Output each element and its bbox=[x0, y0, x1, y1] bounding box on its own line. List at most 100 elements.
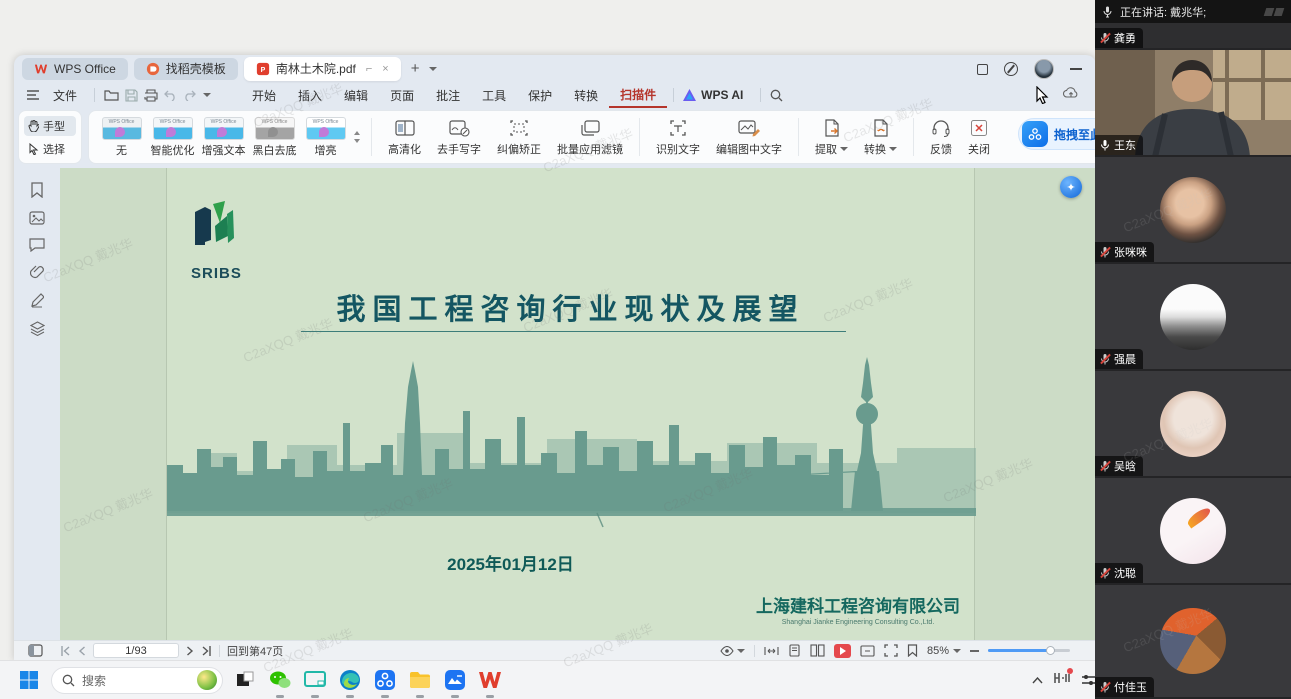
read-mode-dropdown-icon[interactable] bbox=[737, 649, 745, 653]
menu-annotate[interactable]: 批注 bbox=[425, 84, 471, 107]
restore-window-button[interactable] bbox=[977, 64, 988, 75]
feedback-button[interactable]: 反馈 bbox=[923, 118, 959, 157]
fit-width-icon[interactable] bbox=[764, 645, 779, 657]
undo-icon[interactable] bbox=[164, 90, 177, 101]
wechat-app[interactable] bbox=[267, 667, 293, 693]
hd-enhance-button[interactable]: 高清化 bbox=[381, 118, 428, 157]
settings-sliders-icon[interactable] bbox=[1081, 674, 1096, 686]
menu-tools[interactable]: 工具 bbox=[471, 84, 517, 107]
tab-document-pdf[interactable]: P 南林土木院.pdf ⌐ × bbox=[244, 57, 401, 81]
print-icon[interactable] bbox=[144, 89, 158, 102]
redo-icon[interactable] bbox=[183, 90, 196, 101]
attachment-icon[interactable] bbox=[30, 265, 44, 280]
tab-docer-templates[interactable]: 找稻壳模板 bbox=[134, 58, 238, 80]
filter-bw-clean[interactable]: WPS Office 黑白去底 bbox=[250, 117, 299, 158]
first-page-icon[interactable] bbox=[60, 646, 71, 656]
menu-start[interactable]: 开始 bbox=[241, 84, 287, 107]
batch-filter-button[interactable]: 批量应用滤镜 bbox=[550, 118, 630, 157]
participant-tile[interactable]: 吴晗 bbox=[1095, 371, 1291, 478]
history-dropdown-icon[interactable] bbox=[203, 93, 211, 97]
remove-handwriting-button[interactable]: 去手写字 bbox=[430, 118, 488, 157]
search-highlight-image[interactable] bbox=[197, 670, 217, 690]
select-tool-button[interactable]: 选择 bbox=[24, 139, 76, 159]
gallery-scroll-arrows[interactable] bbox=[354, 131, 360, 143]
slideshow-play-button[interactable] bbox=[834, 644, 851, 658]
participant-tile[interactable]: 龚勇 bbox=[1095, 23, 1291, 50]
tab-pin-icon[interactable]: ⌐ bbox=[366, 63, 372, 75]
open-folder-icon[interactable] bbox=[104, 89, 119, 101]
taskbar-search[interactable]: 搜索 bbox=[51, 667, 223, 694]
annotate-pen-icon[interactable] bbox=[30, 293, 44, 308]
hand-tool-button[interactable]: 手型 bbox=[24, 116, 76, 136]
screen-share-app[interactable] bbox=[302, 667, 328, 693]
account-avatar[interactable] bbox=[1034, 59, 1054, 79]
tab-close-icon[interactable]: × bbox=[382, 63, 388, 75]
extract-button[interactable]: 提取 bbox=[808, 118, 855, 157]
convert-dropdown-icon[interactable] bbox=[889, 147, 897, 151]
file-explorer[interactable] bbox=[407, 667, 433, 693]
minimize-button[interactable] bbox=[1070, 68, 1082, 70]
tab-list-dropdown-icon[interactable] bbox=[429, 67, 437, 71]
deskew-button[interactable]: 纠偏矫正 bbox=[490, 118, 548, 157]
next-page-icon[interactable] bbox=[186, 646, 194, 656]
menu-wps-ai[interactable]: WPS AI bbox=[699, 85, 754, 105]
zoom-slider[interactable] bbox=[988, 649, 1070, 652]
convert-button[interactable]: 转换 bbox=[857, 118, 904, 157]
search-icon[interactable] bbox=[770, 89, 783, 102]
filter-brighten[interactable]: WPS Office 增亮 bbox=[301, 117, 350, 158]
menu-page[interactable]: 页面 bbox=[379, 84, 425, 107]
hamburger-icon[interactable] bbox=[27, 90, 39, 100]
skin-settings-icon[interactable] bbox=[1004, 62, 1018, 76]
layers-icon[interactable] bbox=[30, 321, 45, 336]
start-button[interactable] bbox=[16, 667, 42, 693]
last-page-icon[interactable] bbox=[201, 646, 212, 656]
single-page-icon[interactable] bbox=[788, 644, 801, 657]
save-icon[interactable] bbox=[125, 89, 138, 102]
share-nodes-app[interactable] bbox=[372, 667, 398, 693]
two-page-icon[interactable] bbox=[810, 644, 825, 657]
extract-dropdown-icon[interactable] bbox=[840, 147, 848, 151]
blue-docs-app[interactable] bbox=[442, 667, 468, 693]
bookmark-icon[interactable] bbox=[30, 182, 44, 198]
page-number-input[interactable] bbox=[93, 643, 179, 658]
sidebar-toggle-icon[interactable] bbox=[28, 644, 43, 657]
participant-tile[interactable]: 沈聪 bbox=[1095, 478, 1291, 585]
edit-image-text-button[interactable]: 编辑图中文字 bbox=[709, 118, 789, 157]
wps-app[interactable] bbox=[477, 667, 503, 693]
participant-tile[interactable]: 张咪咪 bbox=[1095, 157, 1291, 264]
zoom-slider-thumb[interactable] bbox=[1046, 646, 1055, 655]
bookmark-flag-icon[interactable] bbox=[907, 644, 918, 657]
ocr-text-button[interactable]: 识别文字 bbox=[649, 118, 707, 157]
previous-page-icon[interactable] bbox=[78, 646, 86, 656]
menu-scan[interactable]: 扫描件 bbox=[609, 83, 667, 108]
tray-expand-icon[interactable] bbox=[1032, 677, 1043, 684]
comment-icon[interactable] bbox=[29, 238, 45, 252]
participant-tile[interactable]: 强晨 bbox=[1095, 264, 1291, 371]
task-view-button[interactable] bbox=[232, 667, 258, 693]
menu-convert[interactable]: 转换 bbox=[563, 84, 609, 107]
menu-insert[interactable]: 插入 bbox=[287, 84, 333, 107]
fit-page-icon[interactable] bbox=[860, 645, 875, 657]
menu-edit[interactable]: 编辑 bbox=[333, 84, 379, 107]
fullscreen-icon[interactable] bbox=[884, 644, 898, 657]
filter-none[interactable]: WPS Office 无 bbox=[97, 117, 146, 158]
edge-browser[interactable] bbox=[337, 667, 363, 693]
participant-tile[interactable]: 付佳玉 bbox=[1095, 585, 1291, 697]
filter-smart-optimize[interactable]: WPS Office 智能优化 bbox=[148, 117, 197, 158]
cloud-upload-icon[interactable] bbox=[1063, 86, 1079, 100]
zoom-level-control[interactable]: 85% bbox=[927, 645, 961, 657]
menu-file[interactable]: 文件 bbox=[42, 84, 88, 107]
new-tab-button[interactable]: + bbox=[407, 60, 424, 77]
read-mode-button[interactable] bbox=[720, 646, 745, 656]
close-scan-button[interactable]: 关闭 bbox=[961, 118, 997, 157]
menu-protect[interactable]: 保护 bbox=[517, 84, 563, 107]
back-to-page-link[interactable]: 回到第47页 bbox=[227, 643, 283, 659]
scroll-up-icon[interactable] bbox=[354, 131, 360, 135]
tab-wps-office[interactable]: WPS Office bbox=[22, 58, 128, 80]
filter-enhance-text[interactable]: WPS Office 增强文本 bbox=[199, 117, 248, 158]
scroll-down-icon[interactable] bbox=[354, 139, 360, 143]
participant-tile[interactable]: 王东 bbox=[1095, 50, 1291, 157]
zoom-out-button[interactable] bbox=[970, 650, 979, 652]
meeting-tray-icon[interactable] bbox=[1054, 671, 1070, 689]
floating-assistant-button[interactable]: ✦ bbox=[1060, 176, 1082, 198]
